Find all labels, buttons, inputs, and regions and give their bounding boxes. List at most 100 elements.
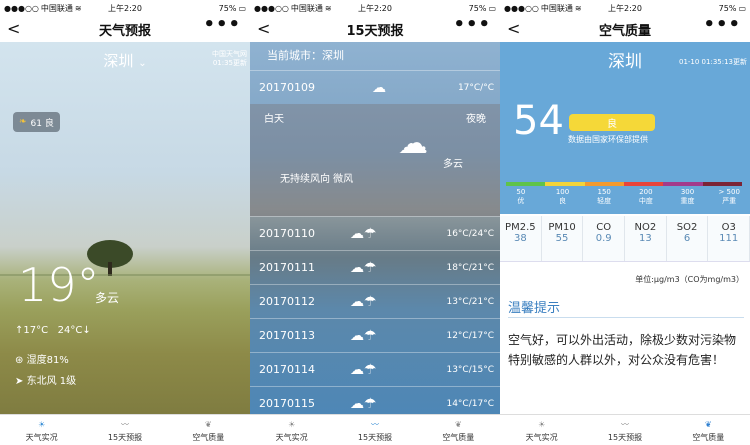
pollutant-name: PM10 [548, 222, 576, 233]
temp-range: ↑17°C 24°C↓ [15, 325, 91, 336]
forecast-range: 12°C/17°C [446, 330, 494, 341]
more-icon[interactable]: ••• [203, 16, 241, 34]
tab-weather-now[interactable]: ☀ 天气实况 [500, 415, 583, 445]
tab-air-quality[interactable]: ❦ 空气质量 [167, 415, 250, 445]
tab-weather-now[interactable]: ☀ 天气实况 [250, 415, 333, 445]
title-bar: < 空气质量 ••• [500, 16, 750, 42]
tab-forecast[interactable]: 〰 15天预报 [333, 415, 416, 445]
tab-forecast[interactable]: 〰 15天预报 [83, 415, 166, 445]
aqi-badge[interactable]: ❧ 61 良 [13, 112, 60, 132]
weather-icon: ☁☂ [350, 361, 377, 378]
pollutant-value: 6 [683, 233, 691, 244]
scale-level: 轻度 [597, 197, 612, 205]
page-title: 天气预报 [98, 23, 151, 39]
forecast-row[interactable]: 20170111 ☁☂ 18°C/21°C [250, 250, 500, 284]
tab-label: 天气实况 [525, 432, 558, 442]
forecast-date: 20170110 [259, 227, 315, 240]
scale-num: 100 [555, 188, 570, 196]
more-icon[interactable]: ••• [703, 16, 741, 34]
day-label: 白天 [264, 114, 284, 125]
weather-now-screen: ●●●○○ 中国联通 ≋ 上午2:20 75% ▭ < 天气预报 ••• 深圳 ⌄ 中… [0, 0, 250, 445]
sun-icon: ☀ [538, 420, 546, 429]
scale-label: > 500 严重 [708, 188, 750, 206]
wind-value: 东北风 1级 [26, 376, 77, 387]
leaf-icon: ❦ [204, 420, 212, 429]
forecast-row[interactable]: 20170113 ☁☂ 12°C/17°C [250, 318, 500, 352]
pollutant-cell[interactable]: PM10 55 [542, 216, 584, 261]
more-icon[interactable]: ••• [453, 16, 491, 34]
unit-note: 单位:μg/m3（CO为mg/m3） [635, 275, 744, 284]
tab-weather-now[interactable]: ☀ 天气实况 [0, 415, 83, 445]
humidity-value: 湿度81% [26, 355, 69, 366]
scale-label: 200 中度 [625, 188, 667, 206]
scale-num: > 500 [718, 188, 740, 196]
wifi-icon: ≋ [74, 3, 82, 13]
scale-num: 200 [639, 188, 653, 196]
pollutant-name: CO [596, 222, 612, 233]
pollutant-value: 55 [555, 233, 569, 244]
forecast-row[interactable]: 20170110 ☁☂ 16°C/24°C [250, 216, 500, 250]
pollutant-cell[interactable]: PM2.5 38 [500, 216, 542, 261]
pollutant-cell[interactable]: CO 0.9 [583, 216, 626, 261]
chevron-down-icon: ⌄ [138, 58, 147, 69]
humidity-row: ⊛ 湿度81% [15, 351, 69, 366]
forecast-row[interactable]: 20170114 ☁☂ 13°C/15°C [250, 352, 500, 386]
tab-label: 空气质量 [692, 432, 725, 442]
tab-bar: ☀ 天气实况 〰 15天预报 ❦ 空气质量 [500, 414, 750, 445]
cloudy-icon: ☁ [372, 79, 386, 96]
status-time: 上午2:20 [108, 3, 142, 13]
scale-segment [506, 182, 546, 186]
forecast-row-today[interactable]: 20170109 ☁ 17°C/°C [250, 70, 500, 104]
weather-icon: ☁☂ [350, 225, 377, 242]
scale-level: 中度 [638, 197, 653, 205]
battery-label: 75% [718, 3, 737, 13]
wind-row: ➤ 东北风 1级 [15, 372, 76, 387]
scale-segment [623, 182, 664, 186]
forecast-range: 17°C/°C [457, 82, 494, 93]
tab-label: 15天预报 [107, 432, 143, 442]
wifi-icon: ≋ [324, 3, 332, 13]
tab-air-quality[interactable]: ❦ 空气质量 [417, 415, 500, 445]
forecast-date: 20170115 [259, 397, 315, 410]
back-icon[interactable]: < [7, 19, 20, 38]
pollutant-value: 38 [513, 233, 527, 244]
tab-label: 15天预报 [607, 432, 643, 442]
tip-title: 温馨提示 [508, 301, 561, 316]
pollutant-value: 13 [638, 233, 652, 244]
battery-icon: ▭ [238, 3, 246, 13]
weather-icon: ☁☂ [350, 327, 377, 344]
tab-air-quality[interactable]: ❦ 空气质量 [667, 415, 750, 445]
forecast-range: 14°C/17°C [446, 398, 494, 409]
humidity-icon: ⊛ [15, 355, 24, 366]
battery-label: 75% [218, 3, 237, 13]
forecast-date: 20170112 [259, 295, 315, 308]
tab-label: 天气实况 [25, 432, 58, 442]
battery-icon: ▭ [738, 3, 746, 13]
today-wind: 无持续风向 微风 [280, 174, 354, 185]
source-line: 中国天气网 [212, 50, 247, 58]
pollutant-row: PM2.5 38 PM10 55 CO 0.9 NO2 13 SO2 6 O3 111 [500, 216, 750, 262]
back-icon[interactable]: < [507, 19, 520, 38]
weather-icon: ☁☂ [350, 293, 377, 310]
pollutant-cell[interactable]: SO2 6 [667, 216, 709, 261]
trend-icon: 〰 [370, 420, 379, 429]
forecast-date: 20170109 [259, 81, 315, 94]
pollutant-name: NO2 [634, 222, 657, 233]
forecast-range: 18°C/21°C [446, 262, 494, 273]
tab-forecast[interactable]: 〰 15天预报 [583, 415, 666, 445]
scale-level: 优 [517, 197, 525, 205]
forecast-row[interactable]: 20170112 ☁☂ 13°C/21°C [250, 284, 500, 318]
wifi-icon: ≋ [574, 3, 582, 13]
tab-label: 15天预报 [357, 432, 393, 442]
signal-icon: ●●●○○ [504, 3, 539, 13]
tab-label: 空气质量 [442, 432, 475, 442]
page-title: 15天预报 [346, 23, 404, 39]
pollutant-cell[interactable]: NO2 13 [625, 216, 667, 261]
tab-bar: ☀ 天气实况 〰 15天预报 ❦ 空气质量 [250, 414, 500, 445]
aqi-badge-text: 61 良 [30, 118, 54, 129]
forecast-date: 20170111 [259, 261, 315, 274]
back-icon[interactable]: < [257, 19, 270, 38]
pollutant-cell[interactable]: O3 111 [708, 216, 750, 261]
scale-level: 严重 [722, 197, 737, 205]
battery-icon: ▭ [488, 3, 496, 13]
